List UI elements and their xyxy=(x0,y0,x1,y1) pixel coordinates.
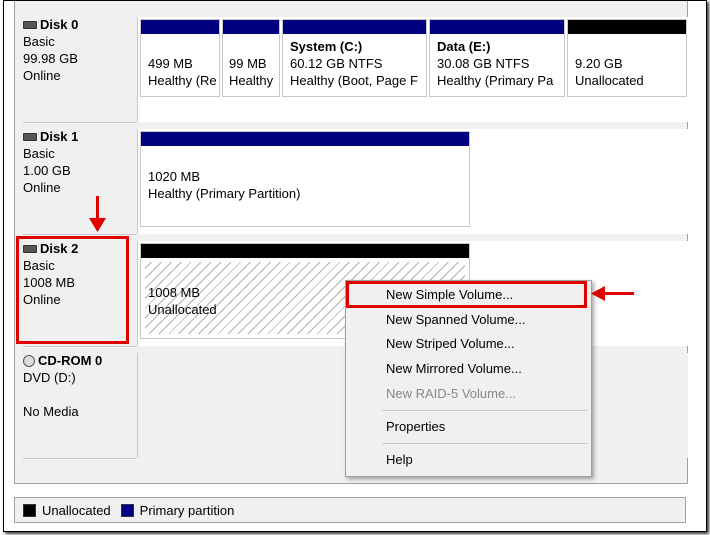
partition-status: Healthy (Re xyxy=(148,73,217,88)
menu-properties[interactable]: Properties xyxy=(386,417,445,437)
disk-type: Basic xyxy=(23,146,55,161)
disk-status: Online xyxy=(23,68,61,83)
menu-separator xyxy=(382,443,587,444)
disk-name: Disk 1 xyxy=(40,129,79,144)
menu-new-striped-volume[interactable]: New Striped Volume... xyxy=(386,334,515,354)
partition-title xyxy=(575,38,686,55)
disk-1-label[interactable]: Disk 1 Basic 1.00 GB Online xyxy=(23,129,136,235)
partition-size: 1020 MB xyxy=(148,169,201,184)
left-arrow-shaft xyxy=(604,292,634,295)
disk-type: Basic xyxy=(23,34,55,49)
disk-icon xyxy=(23,21,37,29)
partition-unallocated[interactable]: 9.20 GB Unallocated xyxy=(567,19,687,97)
partition-size: 30.08 GB NTFS xyxy=(437,56,530,71)
primary-swatch xyxy=(120,503,134,517)
disk-size xyxy=(23,386,136,403)
menu-separator xyxy=(382,410,587,411)
down-arrow-icon xyxy=(89,218,106,232)
partition-title xyxy=(148,38,219,55)
disk-name: CD-ROM 0 xyxy=(38,353,103,368)
unallocated-swatch xyxy=(23,503,36,517)
new-simple-volume-highlight xyxy=(346,281,587,308)
cdrom-0-label[interactable]: CD-ROM 0 DVD (D:) No Media xyxy=(23,353,136,459)
partition-title: System (C:) xyxy=(290,39,363,54)
partition-data-e[interactable]: Data (E:) 30.08 GB NTFS Healthy (Primary P… xyxy=(429,19,565,97)
partition-status: Healthy (Boot, Page F xyxy=(290,73,418,88)
disk-icon xyxy=(23,133,37,141)
partition-system-c[interactable]: System (C:) 60.12 GB NTFS Healthy (Boot, P… xyxy=(282,19,427,97)
partition-size: 9.20 GB xyxy=(575,56,623,71)
partition-status: Healthy (Primary Partition) xyxy=(148,186,301,201)
menu-new-spanned-volume[interactable]: New Spanned Volume... xyxy=(386,310,525,330)
partition-efi[interactable]: 99 MB Healthy xyxy=(222,19,280,97)
disk-size: 99.98 GB xyxy=(23,51,78,66)
partition-size: 99 MB xyxy=(229,56,267,71)
partition-size: 60.12 GB NTFS xyxy=(290,56,383,71)
disk-0-partitions: 499 MB Healthy (Re 99 MB Healthy System (C… xyxy=(137,17,688,122)
partition-title xyxy=(229,38,279,55)
cd-icon xyxy=(23,355,35,367)
partition-recovery[interactable]: 499 MB Healthy (Re xyxy=(140,19,220,97)
disk-0-label[interactable]: Disk 0 Basic 99.98 GB Online xyxy=(23,17,136,123)
partition-size: 499 MB xyxy=(148,56,193,71)
partition-disk1-primary[interactable]: 1020 MB Healthy (Primary Partition) xyxy=(140,131,470,227)
disk-status: No Media xyxy=(23,404,79,419)
menu-new-mirrored-volume[interactable]: New Mirrored Volume... xyxy=(386,359,522,379)
legend-unallocated: Unallocated xyxy=(42,502,111,518)
disk-size: 1.00 GB xyxy=(23,163,71,178)
partition-status: Healthy (Primary Pa xyxy=(437,73,554,88)
partition-status: Unallocated xyxy=(575,73,644,88)
partition-status: Healthy xyxy=(229,73,274,88)
menu-new-raid5-volume: New RAID-5 Volume... xyxy=(386,386,517,401)
partition-title: Data (E:) xyxy=(437,39,491,54)
disk-status: Online xyxy=(23,180,61,195)
legend-primary: Primary partition xyxy=(139,502,235,518)
disk-1-partitions: 1020 MB Healthy (Primary Partition) xyxy=(137,129,688,234)
disk2-highlight-box xyxy=(16,236,129,344)
legend: Unallocated Primary partition xyxy=(14,497,686,523)
left-arrow-icon xyxy=(591,286,605,301)
menu-help[interactable]: Help xyxy=(386,450,413,470)
disk-name: Disk 0 xyxy=(40,17,79,32)
context-menu: New Simple Volume... New Spanned Volume.… xyxy=(345,280,592,477)
disk-type: DVD (D:) xyxy=(23,370,76,385)
